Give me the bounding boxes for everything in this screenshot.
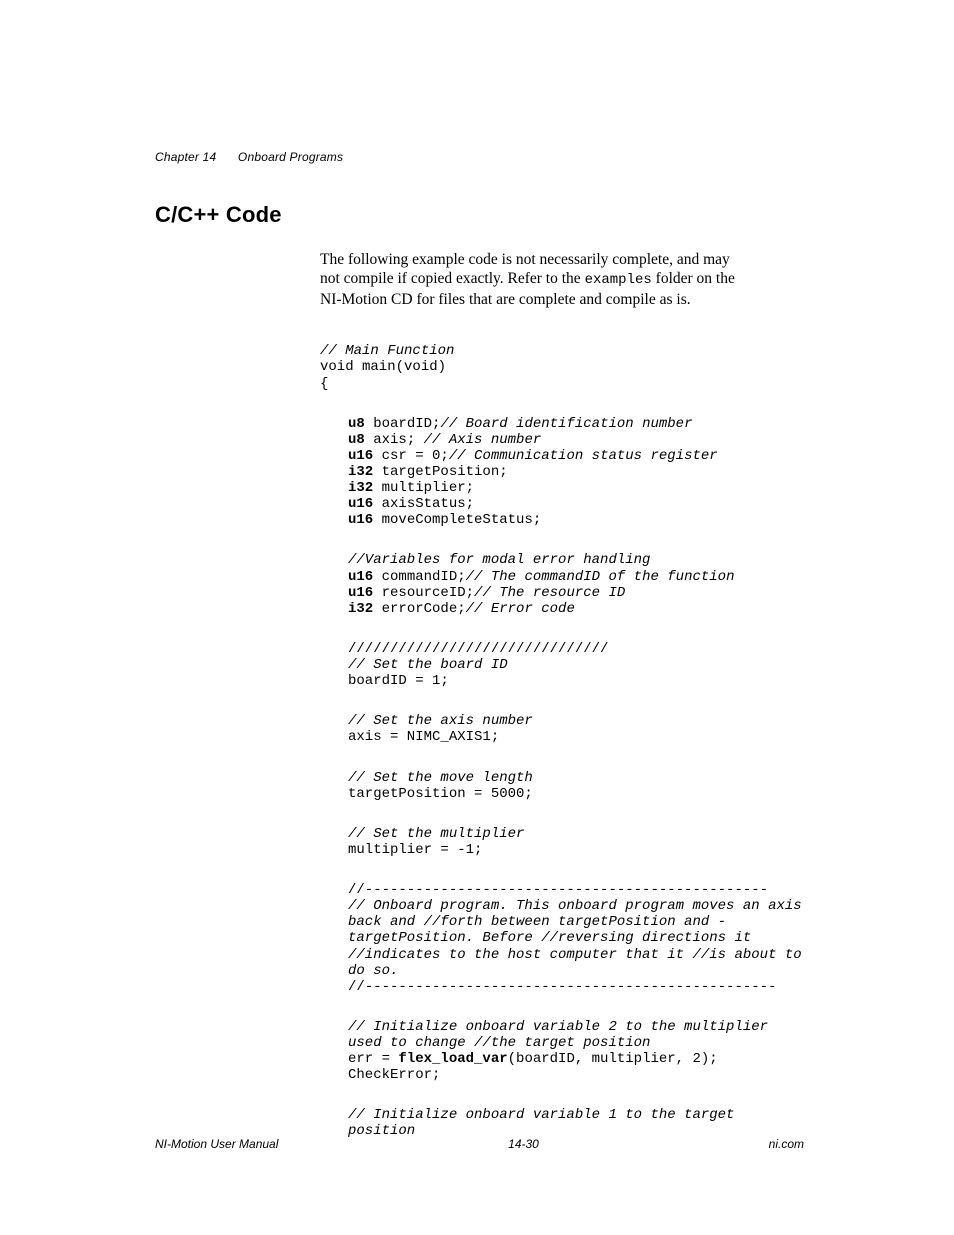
code-line: CheckError; bbox=[348, 1067, 440, 1083]
code-text: multiplier; bbox=[373, 480, 474, 496]
intro-paragraph: The following example code is not necess… bbox=[320, 250, 804, 309]
code-text: err = bbox=[348, 1051, 398, 1067]
code-line: void main(void) bbox=[320, 359, 446, 375]
code-line: boardID = 1; bbox=[348, 673, 449, 689]
chapter-title: Onboard Programs bbox=[238, 150, 343, 164]
code-text: csr = 0; bbox=[373, 448, 449, 464]
intro-line: NI-Motion CD for files that are complete… bbox=[320, 291, 691, 308]
code-comment: // Set the move length bbox=[348, 770, 533, 786]
code-keyword: i32 bbox=[348, 601, 373, 617]
code-comment: // Onboard program. This onboard program… bbox=[348, 898, 810, 978]
code-comment: // Main Function bbox=[320, 343, 454, 359]
code-keyword: i32 bbox=[348, 464, 373, 480]
code-comment: // Set the axis number bbox=[348, 713, 533, 729]
code-keyword: u16 bbox=[348, 585, 373, 601]
footer-right: ni.com bbox=[769, 1137, 804, 1151]
code-line: /////////////////////////////// bbox=[348, 641, 608, 657]
code-text: resourceID; bbox=[373, 585, 474, 601]
code-text: commandID; bbox=[373, 569, 465, 585]
code-keyword: u16 bbox=[348, 448, 373, 464]
code-comment: // Set the multiplier bbox=[348, 826, 524, 842]
code-comment: // The resource ID bbox=[474, 585, 625, 601]
code-line: //--------------------------------------… bbox=[348, 979, 776, 995]
code-line: //--------------------------------------… bbox=[348, 882, 768, 898]
chapter-label: Chapter 14 bbox=[155, 150, 216, 164]
code-func: flex_load_var bbox=[398, 1051, 507, 1067]
code-comment: // Board identification number bbox=[440, 416, 692, 432]
code-comment: // Error code bbox=[466, 601, 575, 617]
code-text: targetPosition; bbox=[373, 464, 507, 480]
intro-line: The following example code is not necess… bbox=[320, 251, 730, 268]
footer-left: NI-Motion User Manual bbox=[155, 1137, 278, 1151]
code-word: examples bbox=[585, 272, 652, 288]
code-comment: // Communication status register bbox=[449, 448, 718, 464]
code-text: (boardID, multiplier, 2); bbox=[508, 1051, 718, 1067]
code-keyword: u16 bbox=[348, 496, 373, 512]
code-keyword: i32 bbox=[348, 480, 373, 496]
intro-line: folder on the bbox=[652, 270, 735, 287]
code-text: boardID; bbox=[365, 416, 441, 432]
code-text: axisStatus; bbox=[373, 496, 474, 512]
code-text: moveCompleteStatus; bbox=[373, 512, 541, 528]
code-comment: // Initialize onboard variable 2 to the … bbox=[348, 1019, 776, 1051]
page-header: Chapter 14 Onboard Programs bbox=[155, 150, 804, 164]
code-text: axis; bbox=[365, 432, 424, 448]
code-keyword: u8 bbox=[348, 432, 365, 448]
code-comment: //Variables for modal error handling bbox=[348, 552, 650, 568]
code-comment: // The commandID of the function bbox=[466, 569, 735, 585]
code-comment: // Axis number bbox=[424, 432, 542, 448]
code-comment: // Set the board ID bbox=[348, 657, 508, 673]
intro-line: not compile if copied exactly. Refer to … bbox=[320, 270, 585, 287]
code-line: targetPosition = 5000; bbox=[348, 786, 533, 802]
code-text: errorCode; bbox=[373, 601, 465, 617]
footer-page-number: 14-30 bbox=[508, 1137, 539, 1151]
code-keyword: u8 bbox=[348, 416, 365, 432]
code-keyword: u16 bbox=[348, 512, 373, 528]
code-line: { bbox=[320, 376, 328, 392]
code-keyword: u16 bbox=[348, 569, 373, 585]
code-listing: // Main Function void main(void) { u8 bo… bbox=[320, 319, 804, 1172]
code-line: multiplier = -1; bbox=[348, 842, 482, 858]
code-comment: // Initialize onboard variable 1 to the … bbox=[348, 1107, 743, 1139]
code-line: axis = NIMC_AXIS1; bbox=[348, 729, 499, 745]
section-heading: C/C++ Code bbox=[155, 202, 804, 228]
page-footer: NI-Motion User Manual 14-30 ni.com bbox=[155, 1137, 804, 1151]
